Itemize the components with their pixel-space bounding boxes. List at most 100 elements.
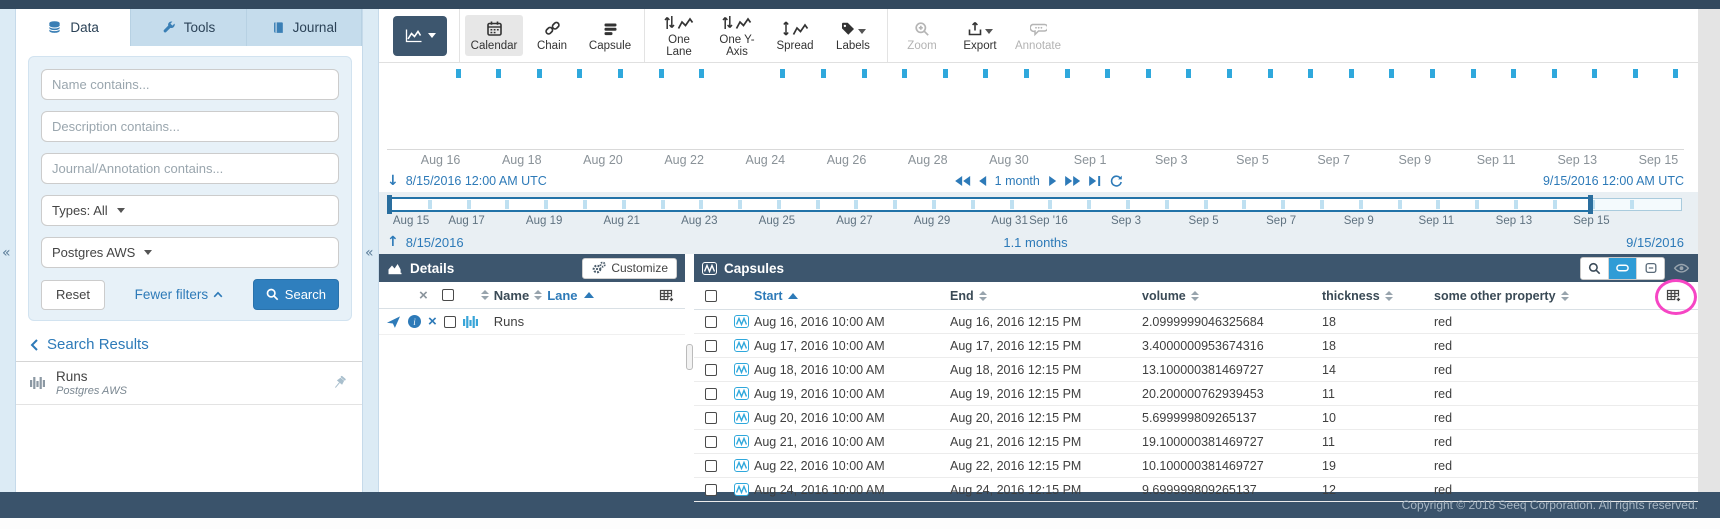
search-button[interactable]: Search [253, 279, 339, 310]
column-header-volume[interactable]: volume [1142, 289, 1322, 303]
journal-contains-input[interactable] [41, 153, 339, 184]
capsule-tick[interactable] [1633, 69, 1638, 78]
collapse-table-button[interactable] [1637, 258, 1664, 279]
drag-grip-icon[interactable] [686, 344, 693, 370]
step-back-button[interactable] [979, 176, 986, 186]
capsule-tick[interactable] [1592, 69, 1597, 78]
column-header-name[interactable]: Name [494, 288, 529, 303]
tab-data[interactable]: Data [16, 9, 131, 46]
column-header-some-other-property[interactable]: some other property [1434, 289, 1650, 303]
step-back-double-button[interactable] [955, 176, 970, 186]
capsule-tick[interactable] [1430, 69, 1435, 78]
one-lane-button[interactable]: One Lane [650, 9, 708, 62]
one-y-axis-button[interactable]: One Y-Axis [708, 9, 766, 62]
search-results-header[interactable]: Search Results [16, 327, 362, 362]
remove-item-icon[interactable]: × [428, 314, 437, 329]
capsule-tick[interactable] [1186, 69, 1191, 78]
row-checkbox[interactable] [705, 340, 717, 352]
add-column-icon[interactable] [657, 286, 677, 305]
capsule-tick[interactable] [983, 69, 988, 78]
scrubber-right-handle[interactable] [1588, 195, 1593, 214]
capsule-tick[interactable] [821, 69, 826, 78]
row-checkbox[interactable] [705, 460, 717, 472]
capsule-tick[interactable] [1308, 69, 1313, 78]
capsule-tick[interactable] [943, 69, 948, 78]
select-all-capsules-checkbox[interactable] [705, 290, 717, 302]
capsule-tick[interactable] [537, 69, 542, 78]
types-dropdown[interactable]: Types: All [41, 195, 339, 226]
datasource-dropdown[interactable]: Postgres AWS [41, 237, 339, 268]
display-range-end[interactable]: 9/15/2016 12:00 AM UTC [1543, 174, 1684, 188]
tab-journal[interactable]: Journal [247, 9, 362, 46]
row-checkbox[interactable] [444, 316, 456, 328]
capsule-tick[interactable] [1349, 69, 1354, 78]
pin-icon[interactable] [332, 375, 348, 391]
capsule-tick[interactable] [902, 69, 907, 78]
eye-icon[interactable] [1673, 261, 1690, 275]
capsule-tick[interactable] [618, 69, 623, 78]
row-checkbox[interactable] [705, 316, 717, 328]
collapse-left-chevron[interactable]: « [2, 245, 11, 261]
capsule-tick[interactable] [1511, 69, 1516, 78]
capsule-button[interactable]: Capsule [581, 9, 639, 62]
spread-button[interactable]: Spread [766, 9, 824, 62]
details-row[interactable]: i × Runs [379, 309, 685, 335]
column-header-lane[interactable]: Lane [547, 288, 577, 303]
scrubber-bar[interactable] [389, 197, 1682, 212]
add-capsule-column-icon[interactable] [1664, 286, 1684, 305]
column-header-start[interactable]: Start [754, 289, 950, 303]
capsule-tick[interactable] [1105, 69, 1110, 78]
reset-button[interactable]: Reset [41, 280, 105, 310]
display-range-start[interactable]: ↓ 8/15/2016 12:00 AM UTC [387, 173, 547, 189]
capsule-tick[interactable] [659, 69, 664, 78]
tab-tools[interactable]: Tools [131, 9, 246, 46]
info-icon[interactable]: i [408, 315, 421, 328]
column-header-thickness[interactable]: thickness [1322, 289, 1434, 303]
investigate-start[interactable]: ↑ 8/15/2016 [387, 234, 464, 250]
row-checkbox[interactable] [705, 412, 717, 424]
capsule-tick[interactable] [862, 69, 867, 78]
name-contains-input[interactable] [41, 69, 339, 100]
export-button[interactable]: Export [951, 9, 1009, 62]
step-forward-double-button[interactable] [1065, 176, 1080, 186]
row-checkbox[interactable] [705, 364, 717, 376]
sort-icon[interactable] [481, 290, 489, 300]
select-all-checkbox[interactable] [442, 289, 454, 301]
step-forward-button[interactable] [1049, 176, 1056, 186]
scrubber-unselected[interactable] [1591, 198, 1682, 211]
fewer-filters-link[interactable]: Fewer filters [105, 287, 253, 302]
collapse-sidebar-chevron[interactable]: « [365, 245, 374, 261]
capsule-tick[interactable] [780, 69, 785, 78]
capsule-tick[interactable] [699, 69, 704, 78]
capsule-tick[interactable] [456, 69, 461, 78]
investigate-end[interactable]: 9/15/2016 [1626, 235, 1684, 250]
search-result-item[interactable]: Runs Postgres AWS [16, 362, 362, 405]
description-contains-input[interactable] [41, 111, 339, 142]
labels-button[interactable]: Labels [824, 9, 882, 62]
view-selector-button[interactable] [393, 16, 447, 56]
capsule-tick[interactable] [1024, 69, 1029, 78]
capsule-time-toggle-button[interactable] [1609, 258, 1637, 279]
sort-icon[interactable] [534, 290, 542, 300]
row-checkbox[interactable] [705, 436, 717, 448]
trend-chart[interactable] [387, 63, 1684, 149]
step-to-now-button[interactable] [1089, 176, 1101, 186]
calendar-button[interactable]: Calendar [465, 15, 523, 56]
panel-resize-handle[interactable] [685, 254, 694, 492]
capsule-tick[interactable] [1552, 69, 1557, 78]
remove-all-icon[interactable]: × [419, 288, 428, 303]
refresh-icon[interactable] [1109, 174, 1122, 187]
send-to-organizer-icon[interactable] [386, 315, 401, 329]
chain-button[interactable]: Chain [523, 9, 581, 62]
capsule-tick[interactable] [1065, 69, 1070, 78]
duration-label[interactable]: 1 month [995, 174, 1040, 188]
scrubber-selected-range[interactable] [389, 197, 1591, 212]
capsule-tick[interactable] [1389, 69, 1394, 78]
row-checkbox[interactable] [705, 484, 717, 496]
capsule-tick[interactable] [1268, 69, 1273, 78]
row-checkbox[interactable] [705, 388, 717, 400]
investigate-duration[interactable]: 1.1 months [1003, 235, 1067, 250]
capsule-tick[interactable] [1146, 69, 1151, 78]
capsule-tick[interactable] [1227, 69, 1232, 78]
zoom-to-capsule-button[interactable] [1581, 258, 1609, 279]
